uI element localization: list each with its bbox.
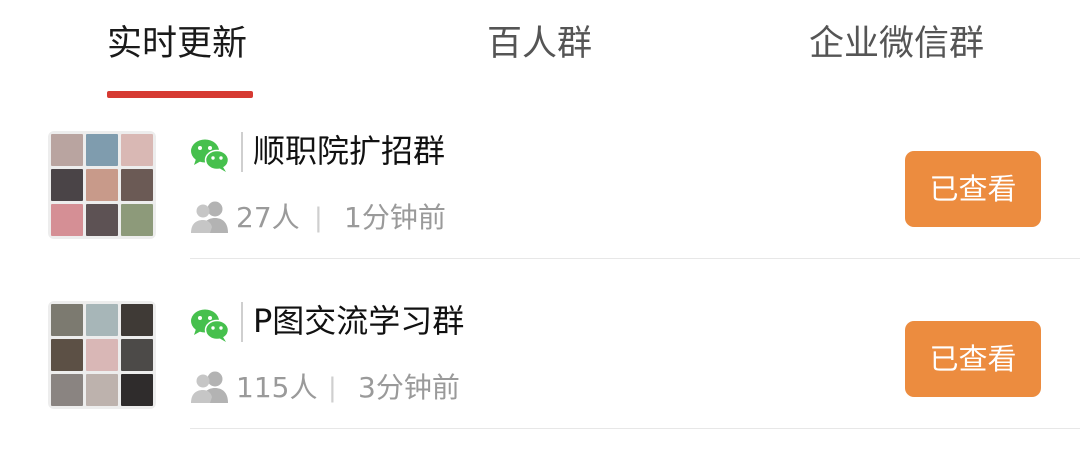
people-icon [191,201,228,233]
people-icon [191,371,228,403]
meta-separator: | [328,373,337,403]
viewed-button[interactable]: 已查看 [905,151,1041,227]
group-avatar [48,131,156,239]
list-item[interactable]: 顺职院扩招群 27人 | 1分钟前 已查看 [0,125,1080,295]
active-tab-indicator [107,91,253,98]
title-divider [241,132,243,172]
updated-time: 3分钟前 [358,371,460,404]
group-avatar [48,301,156,409]
row-divider [190,258,1080,259]
group-name: P图交流学习群 [253,302,465,340]
wechat-icon [191,309,230,342]
meta-separator: | [314,203,323,233]
tab-bar: 实时更新 百人群 企业微信群 [0,0,1080,100]
tab-realtime-updates[interactable]: 实时更新 [107,18,247,70]
tab-enterprise-wechat-groups[interactable]: 企业微信群 [809,18,984,70]
updated-time: 1分钟前 [344,201,446,234]
viewed-button[interactable]: 已查看 [905,321,1041,397]
row-divider [190,428,1080,429]
group-name: 顺职院扩招群 [253,132,446,170]
member-count: 27人 [236,201,300,234]
tab-hundred-person-groups[interactable]: 百人群 [487,18,592,70]
wechat-icon [191,139,230,172]
title-divider [241,302,243,342]
member-count: 115人 [236,371,318,404]
list-item[interactable]: P图交流学习群 115人 | 3分钟前 已查看 [0,295,1080,465]
